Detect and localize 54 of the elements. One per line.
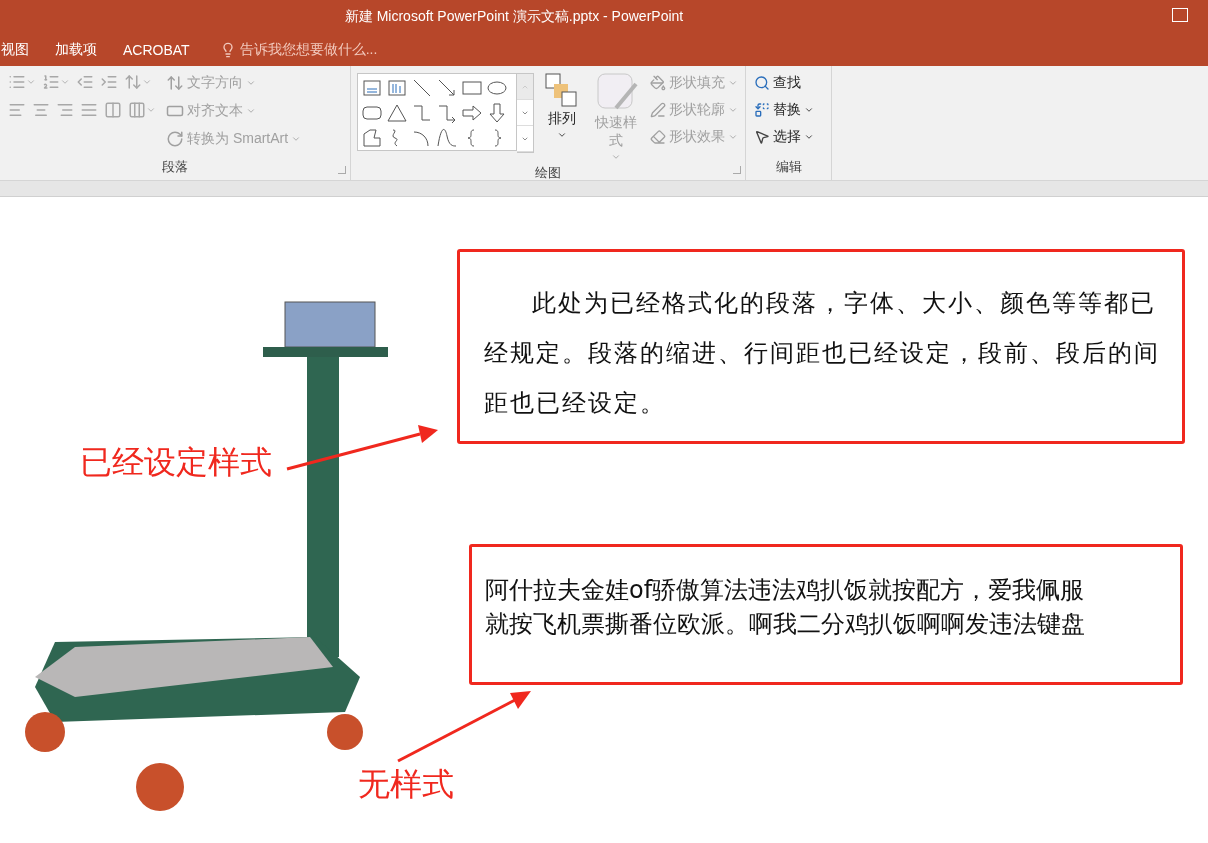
ribbon-command[interactable]: 排列 [540, 70, 584, 164]
caret-icon [142, 77, 152, 87]
ribbon-tab[interactable]: 视图 [1, 41, 55, 59]
group-label: 编辑 [775, 158, 802, 176]
arrange-icon [544, 72, 580, 108]
caret-icon [611, 152, 621, 162]
decrease-indent-icon [76, 73, 94, 91]
align-right-icon [56, 101, 74, 119]
paint-bucket-icon [650, 75, 666, 91]
align-left-icon [8, 101, 26, 119]
caret-icon [246, 78, 256, 88]
line-spacing-icon [124, 73, 142, 91]
caret-icon [557, 130, 567, 140]
curve-icon[interactable] [435, 126, 459, 150]
search-icon [754, 75, 770, 91]
freeform-icon[interactable] [360, 126, 384, 150]
numbered-list-icon [42, 73, 60, 91]
window-title: 新建 Microsoft PowerPoint 演示文稿.pptx - PowerPoint [344, 8, 684, 26]
ribbon-command[interactable]: 查找 [752, 70, 816, 96]
align-center-icon [32, 101, 50, 119]
caret-icon [291, 134, 302, 144]
pen-icon [650, 102, 666, 118]
dialog-launcher-icon[interactable] [338, 166, 346, 174]
dialog-launcher-icon[interactable] [733, 166, 741, 174]
caret-icon [728, 105, 738, 115]
caret-icon [246, 106, 256, 116]
ribbon-command[interactable]: 替换 [752, 97, 816, 123]
group-label: 绘图 [535, 164, 561, 182]
annotation-label: 无样式 [358, 764, 454, 805]
justify-icon [80, 101, 98, 119]
caret-icon [60, 77, 70, 87]
columns-icon [128, 101, 146, 119]
caret-icon [804, 132, 814, 142]
caret-icon [728, 78, 738, 88]
text-direction-icon [166, 74, 184, 92]
pointer-icon [754, 129, 770, 145]
paragraph: 此处为已经格式化的段落，字体、大小、颜色等等都已经规定。段落的缩进、行间距也已经设定，段前、段后的间距也已经设定。 [484, 288, 1161, 419]
caret-icon [804, 105, 814, 115]
ribbon-command[interactable]: 选择 [752, 124, 816, 150]
increase-indent-icon [100, 73, 118, 91]
eraser-icon [650, 129, 666, 145]
replace-icon [754, 102, 770, 118]
caret-icon [146, 105, 156, 115]
paragraph: 阿什拉夫金娃of骄傲算法违法鸡扒饭就按配方，爱我佩服就按飞机票撕番位欧派。啊我二分鸡扒饭啊啊发违法键盘 [485, 575, 1086, 640]
ribbon-tab[interactable]: 加载项 [55, 41, 123, 59]
caret-icon [26, 77, 36, 87]
group-label: 段落 [162, 158, 188, 176]
restore-icon[interactable] [1172, 8, 1188, 22]
ribbon-tab[interactable]: ACROBAT [123, 42, 216, 58]
quick-styles-icon [594, 72, 638, 112]
annotation-label: 已经设定样式 [80, 442, 272, 483]
caret-icon [728, 132, 738, 142]
bullet-list-icon [8, 73, 26, 91]
tell-me-field[interactable]: 告诉我您想要做什么... [239, 41, 378, 59]
